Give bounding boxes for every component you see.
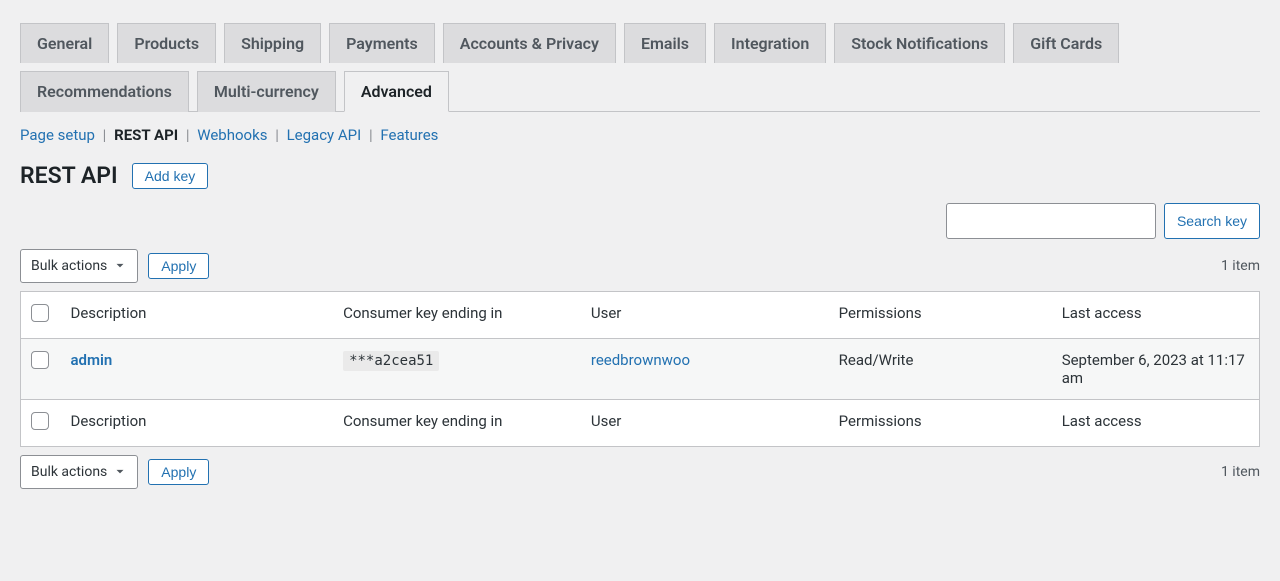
subnav-rest-api[interactable]: REST API bbox=[114, 126, 178, 144]
bulk-apply-button-bottom[interactable]: Apply bbox=[148, 459, 209, 485]
tab-shipping[interactable]: Shipping bbox=[224, 23, 321, 63]
tab-recommendations[interactable]: Recommendations bbox=[20, 71, 189, 112]
search-key-button[interactable]: Search key bbox=[1164, 203, 1260, 239]
tab-emails[interactable]: Emails bbox=[624, 23, 706, 63]
separator: | bbox=[186, 126, 190, 144]
col-description[interactable]: Description bbox=[61, 292, 334, 339]
add-key-button[interactable]: Add key bbox=[132, 163, 209, 189]
separator: | bbox=[369, 126, 373, 144]
key-user-link[interactable]: reedbrownwoo bbox=[591, 351, 690, 369]
key-last-access: September 6, 2023 at 11:17 am bbox=[1052, 339, 1260, 400]
tab-advanced[interactable]: Advanced bbox=[344, 71, 449, 112]
tab-products[interactable]: Products bbox=[117, 23, 216, 63]
footer-col-last-access: Last access bbox=[1052, 400, 1260, 447]
bulk-apply-button-top[interactable]: Apply bbox=[148, 253, 209, 279]
subnav-legacy-api[interactable]: Legacy API bbox=[287, 126, 362, 144]
table-row: admin ***a2cea51 reedbrownwoo Read/Write… bbox=[21, 339, 1260, 400]
bulk-actions-label: Bulk actions bbox=[31, 258, 107, 274]
subnav-page-setup[interactable]: Page setup bbox=[20, 126, 95, 144]
item-count-top: 1 item bbox=[1221, 258, 1260, 274]
row-checkbox[interactable] bbox=[31, 351, 49, 369]
sub-navigation: Page setup | REST API | Webhooks | Legac… bbox=[20, 126, 1260, 144]
key-description-link[interactable]: admin bbox=[71, 351, 113, 369]
col-consumer-key: Consumer key ending in bbox=[333, 292, 581, 339]
chevron-down-icon bbox=[113, 259, 127, 273]
footer-col-permissions: Permissions bbox=[829, 400, 1052, 447]
tab-stock-notifications[interactable]: Stock Notifications bbox=[834, 23, 1005, 63]
consumer-key-ending: ***a2cea51 bbox=[343, 351, 439, 371]
separator: | bbox=[275, 126, 279, 144]
page-title: REST API bbox=[20, 162, 118, 189]
col-user: User bbox=[581, 292, 829, 339]
separator: | bbox=[103, 126, 107, 144]
item-count-bottom: 1 item bbox=[1221, 464, 1260, 480]
key-permissions: Read/Write bbox=[829, 339, 1052, 400]
footer-col-user: User bbox=[581, 400, 829, 447]
tab-integration[interactable]: Integration bbox=[714, 23, 826, 63]
bulk-actions-label: Bulk actions bbox=[31, 464, 107, 480]
search-key-input[interactable] bbox=[946, 203, 1156, 239]
select-all-checkbox-bottom[interactable] bbox=[31, 412, 49, 430]
tab-payments[interactable]: Payments bbox=[329, 23, 435, 63]
tab-accounts-privacy[interactable]: Accounts & Privacy bbox=[443, 23, 616, 63]
col-permissions: Permissions bbox=[829, 292, 1052, 339]
chevron-down-icon bbox=[113, 465, 127, 479]
tab-general[interactable]: General bbox=[20, 23, 109, 63]
bulk-actions-select-top[interactable]: Bulk actions bbox=[20, 249, 138, 283]
tab-multi-currency[interactable]: Multi-currency bbox=[197, 71, 336, 112]
select-all-checkbox-top[interactable] bbox=[31, 304, 49, 322]
bulk-actions-select-bottom[interactable]: Bulk actions bbox=[20, 455, 138, 489]
tab-gift-cards[interactable]: Gift Cards bbox=[1013, 23, 1119, 63]
primary-tabs: General Products Shipping Payments Accou… bbox=[20, 0, 1260, 112]
subnav-webhooks[interactable]: Webhooks bbox=[197, 126, 267, 144]
rest-api-keys-table: Description Consumer key ending in User … bbox=[20, 291, 1260, 447]
footer-col-description: Description bbox=[61, 400, 334, 447]
col-last-access: Last access bbox=[1052, 292, 1260, 339]
subnav-features[interactable]: Features bbox=[380, 126, 438, 144]
footer-col-consumer-key: Consumer key ending in bbox=[333, 400, 581, 447]
